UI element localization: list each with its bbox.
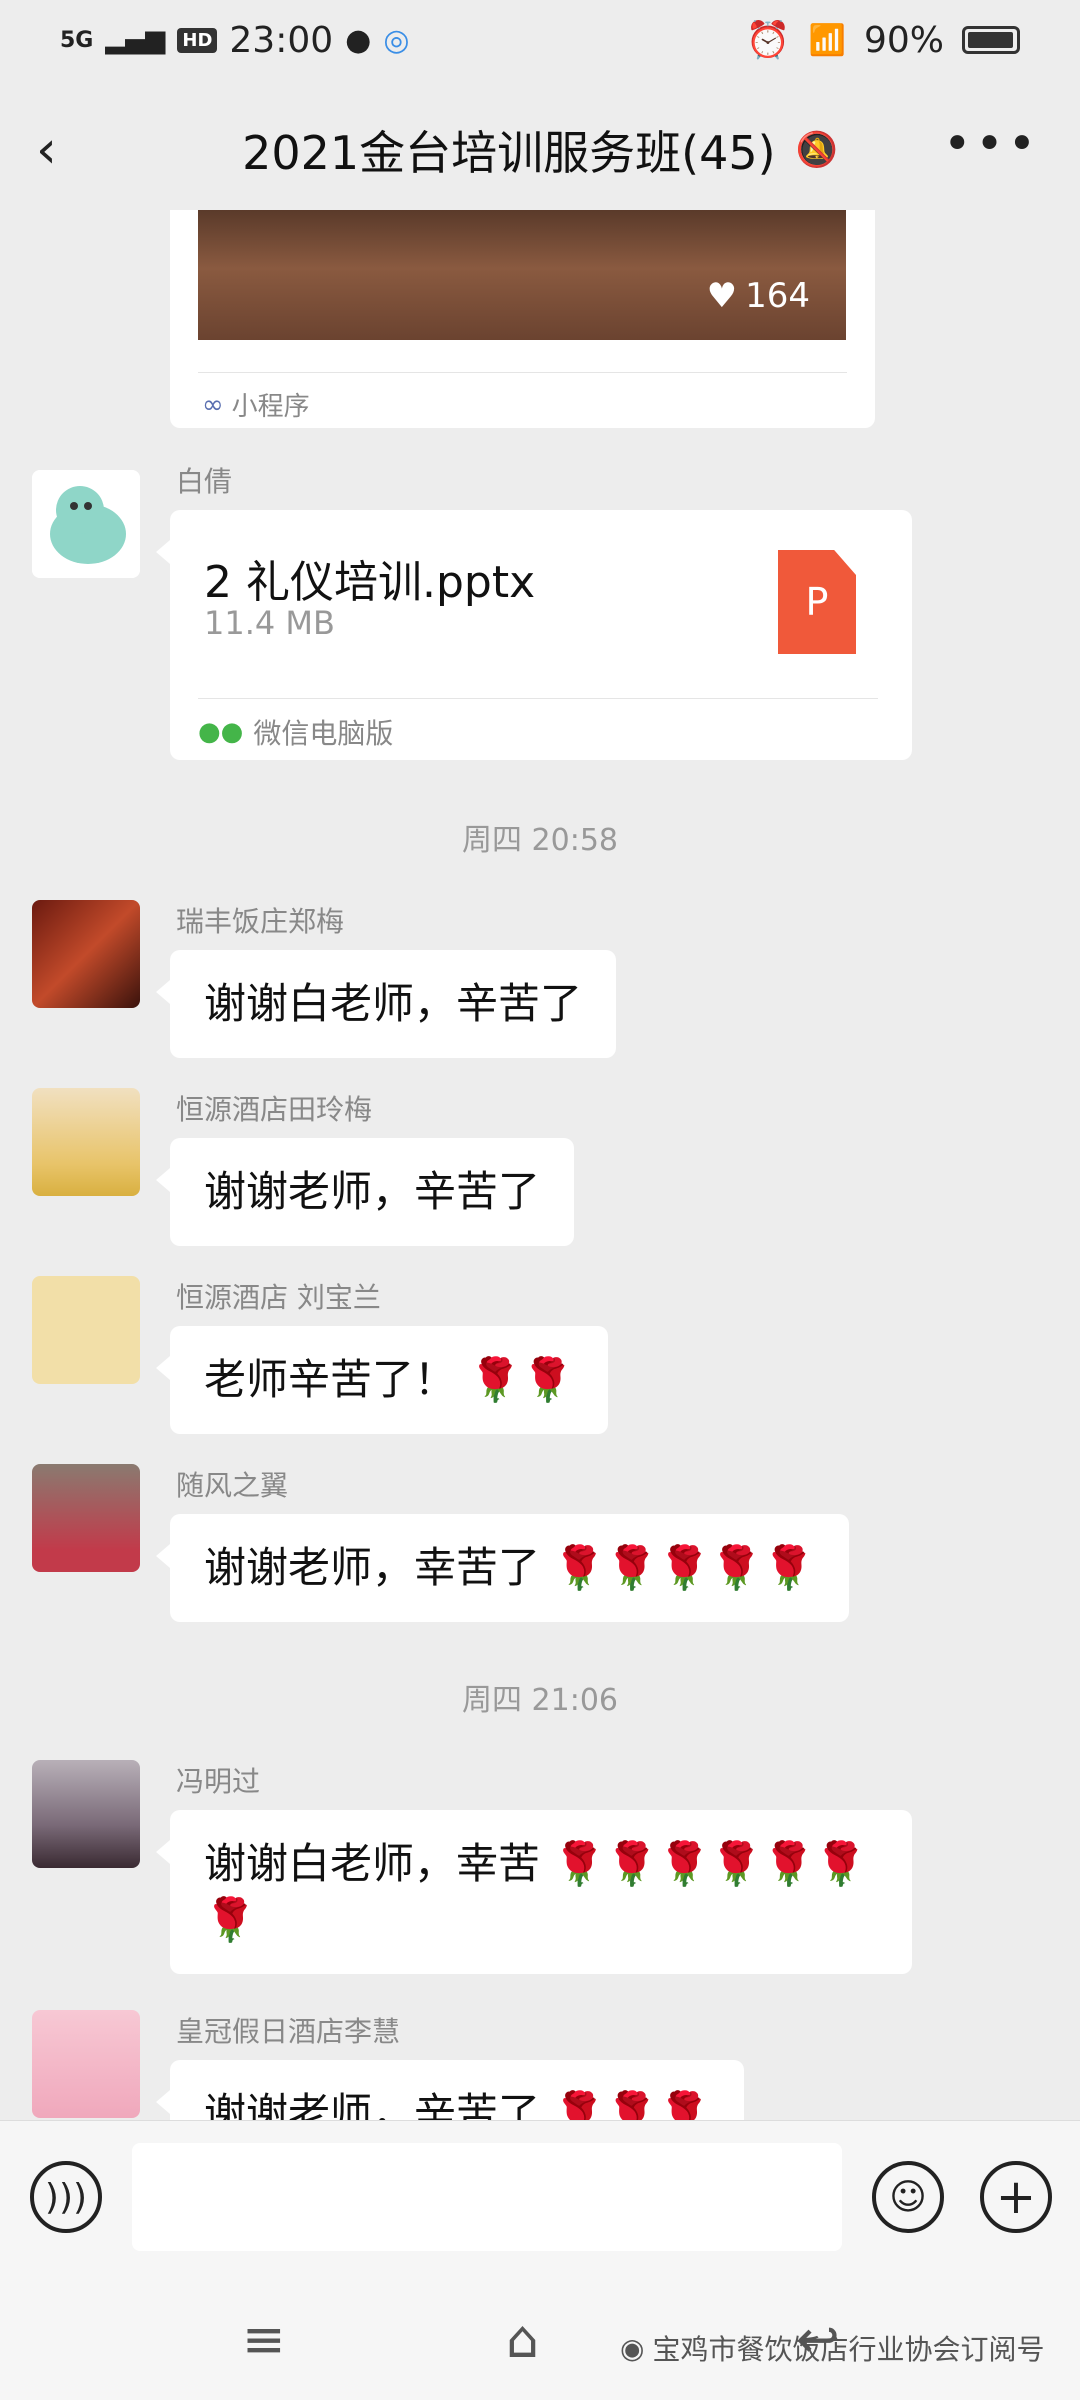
message-bubble[interactable]: 谢谢白老师，幸苦 🌹🌹🌹🌹🌹🌹🌹 (156, 1810, 912, 1974)
sender-name: 皇冠假日酒店李慧 (176, 2015, 401, 2048)
file-source: ●● 微信电脑版 (198, 717, 394, 750)
battery-icon (962, 26, 1020, 54)
mute-bell-icon: 🔕 (795, 130, 838, 170)
chat-header: ‹ 2021金台培训服务班(45) 🔕 ••• (0, 90, 1080, 210)
home-nav-button[interactable]: ⌂ (506, 2310, 539, 2370)
avatar[interactable] (32, 2010, 140, 2118)
network-indicator: 5G (60, 27, 94, 53)
rose-emoji: 🌹🌹 (469, 1355, 574, 1404)
sender-name: 随风之翼 (176, 1469, 289, 1502)
message-input[interactable] (132, 2143, 842, 2251)
divider (198, 698, 878, 699)
emoji-button[interactable]: ☺ (872, 2161, 944, 2233)
plus-icon: + (995, 2169, 1037, 2225)
battery-percent: 90% (863, 19, 944, 61)
wechat-official-account-icon: ◉ (620, 2331, 645, 2365)
sender-name: 恒源酒店 刘宝兰 (176, 1281, 381, 1314)
wechat-icon: ●● (198, 717, 244, 747)
wifi-icon: 📶 (808, 22, 846, 58)
sender-name: 恒源酒店田玲梅 (176, 1093, 373, 1126)
avatar[interactable] (32, 1276, 140, 1384)
hd-badge: HD (177, 27, 218, 53)
app-notification-icon: ◎ (383, 22, 410, 58)
rose-emoji: 🌹🌹🌹 (553, 2089, 711, 2120)
smile-icon: ☺ (889, 2176, 927, 2218)
avatar[interactable] (32, 1464, 140, 1572)
mini-program-icon: ∞ (202, 389, 224, 420)
sender-name: 冯明过 (176, 1765, 261, 1798)
status-time: 23:00 (229, 19, 334, 61)
voice-icon: ))) (44, 2176, 88, 2218)
wechat-notification-icon: ● (345, 22, 372, 58)
avatar[interactable] (32, 1760, 140, 1868)
mini-program-card[interactable]: ♥ 164 ∞ 小程序 (170, 210, 875, 428)
message-bubble[interactable]: 老师辛苦了！ 🌹🌹 (156, 1326, 608, 1434)
more-options-button[interactable]: ••• (943, 120, 1040, 168)
message-bubble[interactable]: 谢谢老师，辛苦了 (155, 1138, 575, 1246)
chat-title: 2021金台培训服务班(45) (242, 126, 776, 180)
mini-program-thumbnail: ♥ 164 (198, 210, 846, 340)
mini-program-label: ∞ 小程序 (202, 389, 310, 423)
likes-count: ♥ 164 (706, 276, 810, 316)
message-bubble[interactable]: 谢谢白老师，辛苦了 (155, 950, 617, 1058)
watermark: ◉ 宝鸡市餐饮饭店行业协会订阅号 (620, 2331, 1045, 2367)
voice-input-button[interactable]: ))) (30, 2161, 102, 2233)
system-nav-bar: ≡ ⌂ ↩ ◉ 宝鸡市餐饮饭店行业协会订阅号 (0, 2280, 1080, 2400)
more-actions-button[interactable]: + (980, 2161, 1052, 2233)
avatar-cartoon-icon (32, 470, 140, 578)
file-name: 2 礼仪培训.pptx (204, 557, 536, 608)
chat-area[interactable]: ♥ 164 ∞ 小程序 白倩 2 礼仪培训.pptx 11.4 MB P ●● … (0, 210, 1080, 2120)
menu-nav-button[interactable]: ≡ (242, 2310, 286, 2370)
rose-emoji: 🌹🌹🌹🌹🌹 (553, 1543, 815, 1592)
status-bar: 5G ▂▄▆ HD 23:00 ● ◎ ⏰ 📶 90% (0, 0, 1080, 80)
avatar[interactable] (32, 900, 140, 1008)
avatar[interactable] (32, 470, 140, 578)
input-bar: ))) ☺ + (0, 2120, 1080, 2280)
alarm-icon: ⏰ (745, 20, 791, 61)
heart-icon: ♥ (706, 276, 738, 316)
pptx-file-icon: P (778, 550, 856, 654)
timestamp: 周四 20:58 (462, 823, 618, 858)
message-bubble[interactable]: 谢谢老师，幸苦了 🌹🌹🌹🌹🌹 (156, 1514, 849, 1622)
sender-name: 白倩 (176, 465, 233, 498)
file-card[interactable]: 2 礼仪培训.pptx 11.4 MB P ●● 微信电脑版 (156, 510, 912, 760)
sender-name: 瑞丰饭庄郑梅 (176, 905, 345, 938)
avatar[interactable] (32, 1088, 140, 1196)
message-bubble[interactable]: 谢谢老师，辛苦了 🌹🌹🌹 (155, 2060, 745, 2120)
divider (198, 372, 847, 373)
signal-icon: ▂▄▆ (105, 25, 166, 55)
back-button[interactable]: ‹ (36, 120, 96, 180)
timestamp: 周四 21:06 (462, 1683, 618, 1718)
file-size: 11.4 MB (204, 604, 335, 642)
